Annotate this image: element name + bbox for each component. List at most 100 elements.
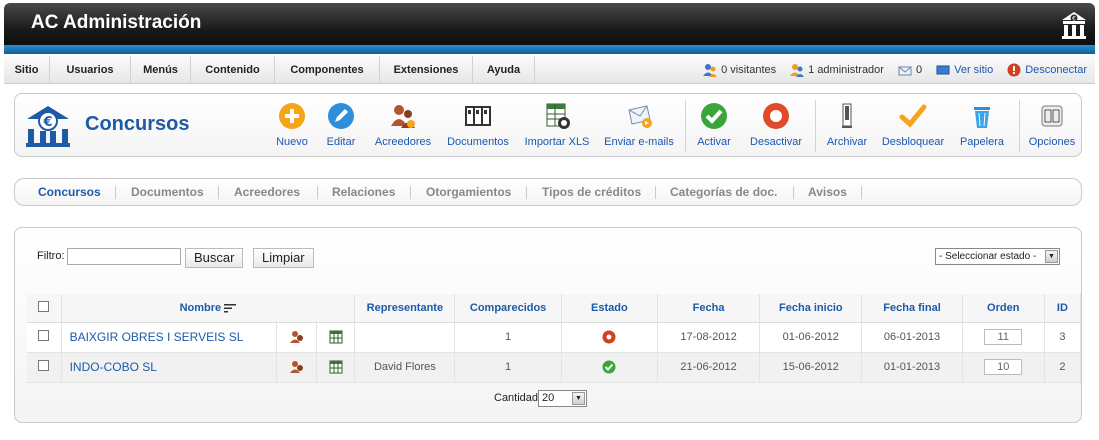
envelope-send-icon [628, 105, 652, 128]
filter-input[interactable] [67, 248, 181, 265]
logout-icon [1007, 63, 1021, 77]
deactivate-button-label: Desactivar [750, 136, 802, 148]
view-site-link[interactable]: Ver sitio [936, 56, 993, 84]
clear-button[interactable]: Limpiar [253, 248, 314, 268]
row-id: 3 [1044, 322, 1082, 353]
tab-acreedores[interactable]: Acreedores [234, 185, 300, 199]
filter-label: Filtro: [37, 250, 65, 262]
spreadsheet-icon[interactable] [329, 330, 343, 344]
header-estado[interactable]: Estado [561, 294, 658, 323]
view-site-label[interactable]: Ver sitio [954, 56, 993, 84]
header: AC Administración € [0, 0, 1099, 56]
page-size-value: 20 [542, 392, 555, 404]
options-button[interactable]: Opciones [1025, 98, 1079, 154]
header-fecha-final[interactable]: Fecha final [861, 294, 963, 323]
row-checkbox-cell [27, 352, 62, 383]
edit-button[interactable]: Editar [319, 98, 363, 154]
tab-concursos[interactable]: Concursos [38, 185, 101, 199]
send-emails-button[interactable]: Enviar e-mails [601, 98, 677, 154]
new-button-label: Nuevo [276, 136, 308, 148]
menu-item-componentes[interactable]: Componentes [275, 56, 380, 84]
search-button[interactable]: Buscar [185, 248, 244, 268]
row-estado-cell [561, 322, 658, 353]
state-select-value: - Seleccionar estado - [939, 251, 1037, 262]
row-nombre[interactable]: BAIXGIR OBRES I SERVEIS SL [61, 322, 278, 353]
header-fecha-inicio[interactable]: Fecha inicio [759, 294, 863, 323]
header-representante[interactable]: Representante [354, 294, 456, 323]
import-xls-button[interactable]: Importar XLS [523, 98, 591, 154]
menu-item-ayuda[interactable]: Ayuda [473, 56, 535, 84]
creditors-icon[interactable] [289, 330, 304, 344]
row-spreadsheet-cell [316, 322, 356, 353]
tab-avisos[interactable]: Avisos [808, 185, 847, 199]
trash-icon [974, 107, 990, 128]
tab-relaciones[interactable]: Relaciones [332, 185, 395, 199]
svg-text:€: € [42, 115, 52, 130]
row-orden-cell: 10 [962, 352, 1045, 383]
row-estado-cell [561, 352, 658, 383]
deactivate-button[interactable]: Desactivar [745, 98, 807, 154]
row-orden-input[interactable]: 11 [984, 329, 1023, 345]
activate-button[interactable]: Activar [692, 98, 736, 154]
row-id: 2 [1044, 352, 1082, 383]
row-representante [354, 322, 456, 353]
app-title: AC Administración [31, 12, 202, 33]
toolbar-box: € Concursos Nuevo Editar Acreedores Docu… [14, 93, 1082, 157]
options-icon [1041, 105, 1063, 127]
page-size-select[interactable]: 20 ▼ [538, 390, 587, 407]
header-comparecidos[interactable]: Comparecidos [454, 294, 562, 323]
header-id[interactable]: ID [1044, 294, 1082, 323]
header-nombre-label: Nombre [179, 301, 222, 314]
row-checkbox[interactable] [38, 330, 50, 341]
row-comparecidos: 1 [454, 322, 562, 353]
menu-item-menus[interactable]: Menús [131, 56, 191, 84]
tab-divider [218, 186, 219, 199]
documents-button[interactable]: Documentos [445, 98, 511, 154]
admin-users-icon [790, 64, 805, 77]
spreadsheet-icon[interactable] [329, 360, 343, 374]
logout-link[interactable]: Desconectar [1007, 56, 1087, 84]
row-checkbox[interactable] [38, 360, 50, 371]
state-select[interactable]: - Seleccionar estado - ▼ [935, 248, 1060, 265]
tab-divider [410, 186, 411, 199]
select-all-cell [27, 294, 62, 323]
tab-otorgamientos[interactable]: Otorgamientos [426, 185, 511, 199]
logout-label[interactable]: Desconectar [1025, 56, 1087, 84]
euro-bank-icon: € [26, 106, 70, 147]
monitor-icon [936, 65, 950, 75]
row-orden-cell: 11 [962, 322, 1045, 353]
menu-item-contenido[interactable]: Contenido [191, 56, 275, 84]
menu-item-extensiones[interactable]: Extensiones [380, 56, 473, 84]
messages-status[interactable]: 0 [898, 56, 922, 84]
row-fecha-inicio: 15-06-2012 [759, 352, 863, 383]
header-fecha[interactable]: Fecha [657, 294, 761, 323]
checkmark-icon [899, 104, 927, 128]
menu-item-sitio[interactable]: Sitio [4, 56, 50, 84]
row-fecha: 21-06-2012 [657, 352, 761, 383]
sort-icon [224, 303, 237, 313]
check-circle-icon [701, 103, 727, 129]
active-status-icon[interactable] [602, 360, 616, 374]
trash-button-label: Papelera [959, 136, 1005, 148]
row-orden-input[interactable]: 10 [984, 359, 1023, 375]
tab-categorias-doc[interactable]: Categorías de doc. [670, 185, 777, 199]
row-fecha: 17-08-2012 [657, 322, 761, 353]
select-all-checkbox[interactable] [38, 300, 50, 312]
header-orden[interactable]: Orden [962, 294, 1045, 323]
archive-button-label: Archivar [826, 136, 868, 148]
header-nombre[interactable]: Nombre [61, 294, 356, 323]
menu-item-usuarios[interactable]: Usuarios [50, 56, 131, 84]
trash-button[interactable]: Papelera [957, 98, 1007, 154]
visitors-status: 0 visitantes [703, 56, 776, 84]
tab-documentos[interactable]: Documentos [131, 185, 204, 199]
creditors-icon[interactable] [289, 360, 304, 374]
row-representante: David Flores [354, 352, 456, 383]
archive-button[interactable]: Archivar [823, 98, 871, 154]
euro-bank-icon: € [1062, 12, 1086, 39]
creditors-button[interactable]: Acreedores [371, 98, 435, 154]
unlock-button[interactable]: Desbloquear [881, 98, 945, 154]
new-button[interactable]: Nuevo [269, 98, 315, 154]
inactive-status-icon[interactable] [602, 330, 616, 344]
tab-tipos-creditos[interactable]: Tipos de créditos [542, 185, 641, 199]
row-nombre[interactable]: INDO-COBO SL [61, 352, 278, 383]
